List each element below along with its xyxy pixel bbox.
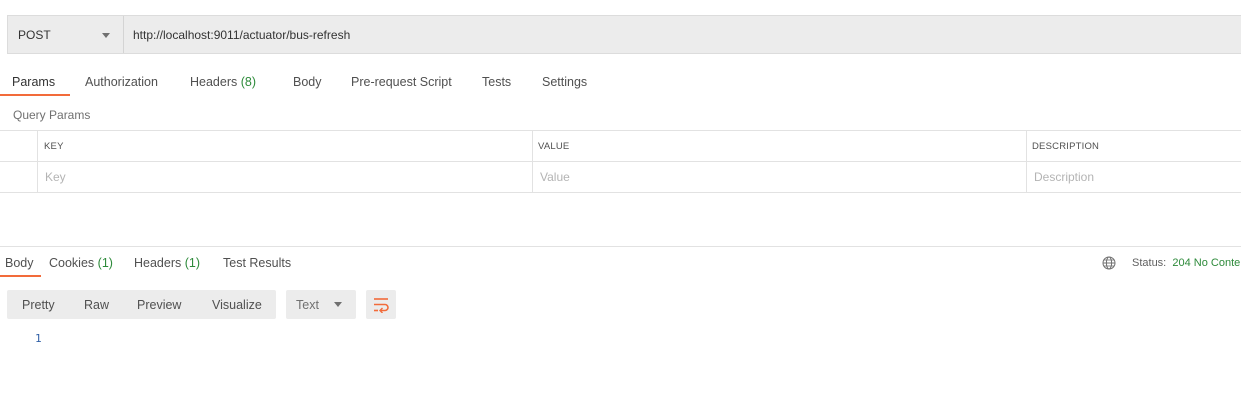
- response-tab-headers[interactable]: Headers (1): [134, 256, 200, 270]
- description-input[interactable]: Description: [1034, 170, 1094, 184]
- status-value: 204 No Conte: [1172, 257, 1241, 269]
- chevron-down-icon: [334, 302, 342, 307]
- method-select[interactable]: POST: [8, 16, 124, 53]
- table-bottom-border: [0, 192, 1241, 193]
- view-raw-button[interactable]: Raw: [84, 298, 109, 312]
- line-number: 1: [35, 332, 42, 345]
- method-label: POST: [18, 28, 51, 42]
- response-tab-body[interactable]: Body: [5, 256, 34, 270]
- tab-pre-request-script[interactable]: Pre-request Script: [351, 75, 452, 89]
- globe-icon[interactable]: [1102, 256, 1116, 270]
- format-select[interactable]: Text: [286, 290, 356, 319]
- view-preview-button[interactable]: Preview: [137, 298, 181, 312]
- cookies-count: (1): [97, 256, 113, 270]
- view-pretty-button[interactable]: Pretty: [22, 298, 55, 312]
- table-divider: [1026, 131, 1027, 193]
- url-input[interactable]: http://localhost:9011/actuator/bus-refre…: [133, 28, 350, 42]
- tab-authorization[interactable]: Authorization: [85, 75, 158, 89]
- format-label: Text: [296, 298, 319, 312]
- wrap-lines-button[interactable]: [366, 290, 396, 319]
- table-header-border: [0, 161, 1241, 162]
- tab-settings[interactable]: Settings: [542, 75, 587, 89]
- table-divider: [37, 131, 38, 193]
- key-input[interactable]: Key: [45, 170, 66, 184]
- response-divider: [0, 246, 1241, 247]
- view-visualize-button[interactable]: Visualize: [212, 298, 262, 312]
- request-bar: POST http://localhost:9011/actuator/bus-…: [7, 15, 1241, 54]
- column-header-key: KEY: [44, 141, 64, 152]
- response-view-mode-group: Pretty Raw Preview Visualize: [7, 290, 276, 319]
- tab-params[interactable]: Params: [12, 75, 55, 89]
- wrap-lines-icon: [374, 298, 389, 313]
- headers-count: (8): [240, 75, 257, 89]
- value-input[interactable]: Value: [540, 170, 570, 184]
- query-params-title: Query Params: [13, 108, 91, 122]
- column-header-description: DESCRIPTION: [1032, 141, 1100, 152]
- tab-tests[interactable]: Tests: [482, 75, 511, 89]
- response-tab-cookies[interactable]: Cookies (1): [49, 256, 113, 270]
- response-tab-test-results[interactable]: Test Results: [223, 256, 291, 270]
- response-headers-count: (1): [184, 256, 201, 270]
- table-divider: [532, 131, 533, 193]
- tab-body[interactable]: Body: [293, 75, 322, 89]
- table-top-border: [0, 130, 1241, 131]
- tab-headers[interactable]: Headers (8): [190, 75, 256, 89]
- column-header-value: VALUE: [538, 141, 570, 152]
- active-tab-indicator: [0, 94, 70, 96]
- active-response-tab-indicator: [0, 275, 41, 277]
- response-status: Status: 204 No Conte: [1132, 257, 1241, 269]
- chevron-down-icon: [102, 33, 110, 38]
